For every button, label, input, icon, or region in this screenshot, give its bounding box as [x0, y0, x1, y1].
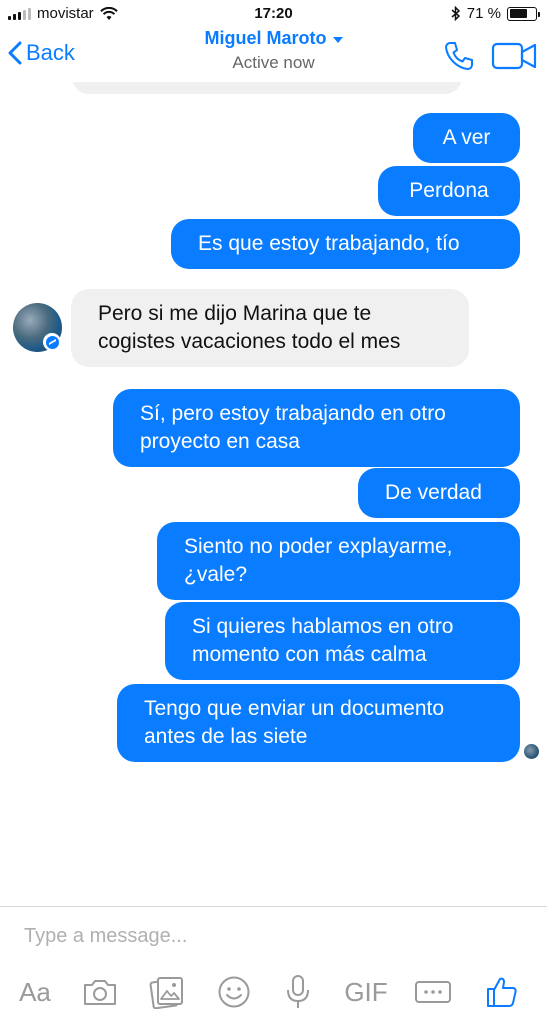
composer-divider [0, 906, 547, 907]
text-format-icon: Aa [19, 976, 51, 1007]
outgoing-message[interactable]: Si quieres hablamos en otro momento con … [165, 602, 520, 680]
outgoing-message[interactable]: Sí, pero estoy trabajando en otro proyec… [113, 389, 520, 467]
like-button[interactable] [482, 972, 522, 1012]
composer-toolbar: Aa GIF [0, 968, 547, 1018]
text-format-button[interactable]: Aa [14, 972, 56, 1012]
gallery-icon [149, 977, 183, 1009]
video-call-button[interactable] [491, 42, 537, 75]
more-options-button[interactable] [412, 972, 454, 1012]
more-icon [415, 981, 451, 1003]
voice-record-button[interactable] [280, 972, 316, 1012]
read-receipt-avatar [524, 744, 539, 759]
camera-button[interactable] [80, 972, 120, 1012]
emoji-icon [218, 976, 250, 1008]
outgoing-message[interactable]: Perdona [378, 166, 520, 216]
outgoing-message[interactable]: Siento no poder explayarme, ¿vale? [157, 522, 520, 600]
outgoing-message[interactable]: De verdad [358, 468, 520, 518]
battery-icon [507, 6, 540, 21]
gif-icon: GIF [344, 976, 388, 1007]
battery-percent: 71 % [466, 5, 501, 22]
bluetooth-icon [451, 6, 460, 21]
microphone-icon [287, 975, 309, 1008]
camera-icon [84, 980, 116, 1005]
phone-icon [445, 42, 473, 70]
battery-info: 71 % [451, 5, 540, 22]
message-thread[interactable]: A ver Perdona Es que estoy trabajando, t… [0, 82, 547, 906]
outgoing-message[interactable]: Tengo que enviar un documento antes de l… [117, 684, 520, 762]
thumbs-up-icon [487, 977, 517, 1007]
messenger-badge-icon [43, 333, 61, 351]
chevron-down-icon [332, 36, 343, 43]
previous-message-bubble [72, 82, 462, 94]
gif-button[interactable]: GIF [340, 972, 392, 1012]
outgoing-message[interactable]: A ver [413, 113, 520, 163]
incoming-message[interactable]: Pero si me dijo Marina que te cogistes v… [71, 289, 469, 367]
voice-call-button[interactable] [443, 40, 475, 77]
conversation-header: Back Miguel Maroto Active now [0, 28, 547, 82]
status-bar: movistar 17:20 71 % [0, 0, 547, 28]
message-input[interactable] [24, 925, 504, 948]
emoji-button[interactable] [214, 972, 254, 1012]
contact-name-button[interactable]: Miguel Maroto [205, 28, 343, 49]
battery-level [509, 9, 528, 18]
outgoing-message[interactable]: Es que estoy trabajando, tío [171, 219, 520, 269]
contact-name: Miguel Maroto [204, 28, 327, 48]
video-camera-icon [491, 42, 537, 70]
gallery-button[interactable] [147, 972, 187, 1012]
